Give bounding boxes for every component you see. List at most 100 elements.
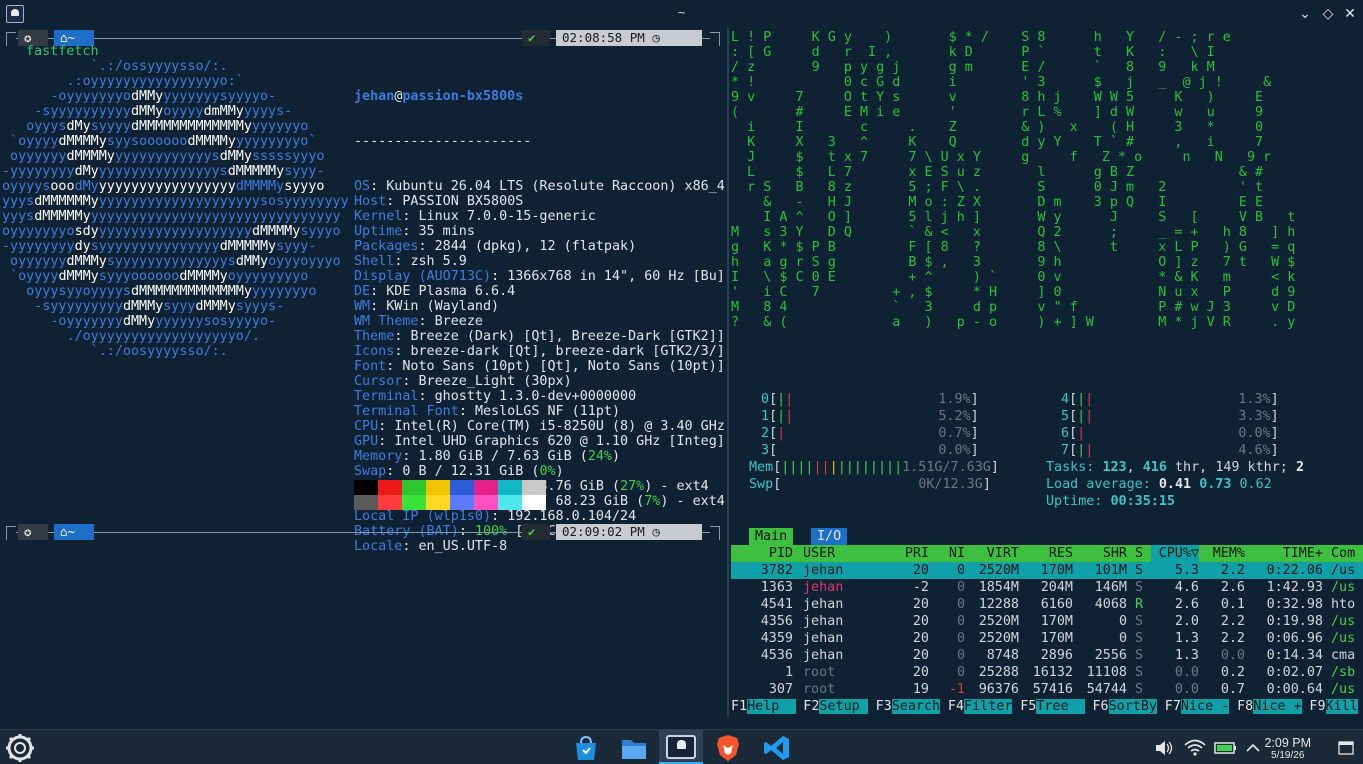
palette-swatch [378,480,402,495]
user-host: jehan@passion-bx5800s [354,89,524,104]
column-header[interactable]: S [1135,545,1147,562]
table-row[interactable]: 4359 jehan 20 0 2520M 170M 0 S 1.3 2.2 0:06.96/us [731,630,1363,647]
cell-ni: 0 [956,648,965,663]
swap-meter: Swp[ 0K/12.3G] [749,477,991,492]
palette-swatch [378,495,402,510]
info-key: Cursor [354,374,403,389]
table-row[interactable]: 1 root 20 0 25288 16132 11108 S 0.0 0.2 0:02.07/sb [731,664,1363,681]
cpu-id: 5 [1061,409,1070,424]
fkey-label: Setup [819,699,868,714]
cell-virt: 25288 [978,665,1019,680]
logo-line: `oyyyydMMMMysyysoooooodMMMMyyyyyyyyyo` [2,134,317,149]
load-stat: Load average: 0.41 0.73 0.62 [1046,477,1272,492]
palette-swatch [522,480,546,495]
info-pct: 27% [620,479,645,494]
fkey-f6[interactable]: F6SortBy [1093,698,1157,715]
show-desktop-icon[interactable] [1335,733,1357,763]
column-header[interactable]: PRI [891,545,929,562]
cpu-pct: 5.2% [938,409,971,424]
column-header[interactable]: USER [803,545,873,562]
battery-icon[interactable] [1213,733,1239,763]
fkey-f8[interactable]: F8Nice + [1237,698,1302,715]
cell-s: S [1135,563,1144,578]
matrix-line: I \ $ C 0 E + ^ ) ` 0 v * & K m < k [731,270,1296,285]
cell-user: root [803,665,836,680]
matrix-line: g K * $ P B F [ 8 ? 8 \ t x L P ) G = q [731,240,1296,255]
table-row[interactable]: 4356 jehan 20 0 2520M 170M 0 S 2.0 2.2 0:19.98/us [731,613,1363,630]
fkey-label: Help [747,699,796,714]
status-ok: ✔ [522,524,550,540]
minimize-icon[interactable]: ⌄ [1295,4,1315,24]
column-header[interactable]: MEM% [1201,545,1245,562]
cell-res: 170M [1040,563,1073,578]
maximize-icon[interactable]: ◇ [1318,4,1338,24]
palette-swatch [474,495,498,510]
application-launcher-icon[interactable] [5,733,35,763]
cell-ni: 0 [956,563,965,578]
fkey-f3[interactable]: F3Search [876,698,941,715]
column-header[interactable]: CPU%▽ [1151,545,1199,562]
cell-res: 16132 [1032,665,1073,680]
cell-time: 0:02.07 [1266,665,1323,680]
window-titlebar[interactable]: ~ ⌄ ◇ ✕ [0,0,1363,28]
volume-icon[interactable] [1154,733,1174,763]
column-header[interactable]: PID [737,545,793,562]
table-row[interactable]: 4541 jehan 20 0 12288 6160 4068 R 2.6 0.1 0:32.98 h… [731,596,1363,613]
cell-s: S [1135,665,1144,680]
close-icon[interactable]: ✕ [1340,4,1360,24]
logo-line: -yyyyyyyydMyyyyyyyyyyyyyyyysdMMMMMysyyy- [2,164,325,179]
cell-pri: 20 [912,597,929,612]
palette-swatch [354,480,378,495]
info-value: Breeze (Dark) [Qt], Breeze-Dark [GTK2]] [410,329,725,344]
prompt-time: 02:09:02 PM ◷ [556,524,702,540]
column-header[interactable]: TIME+ [1251,545,1323,562]
fkey-f7[interactable]: F7Nice - [1165,698,1230,715]
terminal-task-button[interactable] [659,730,703,764]
tray-expand-icon[interactable] [1243,733,1263,763]
column-header[interactable]: NI [931,545,965,562]
cell-res: 2896 [1040,648,1073,663]
cell-pid: 4359 [760,631,793,646]
table-row[interactable]: 4536 jehan 20 0 8748 2896 2556 S 1.3 0.0 0:14.34 cm… [731,647,1363,664]
column-header[interactable]: VIRT [967,545,1019,562]
kubuntu-ascii-logo: `.:/ossyyyysso/:. .:oyyyyyyyyyyyyyyyyo:`… [2,59,349,359]
cell-mem: 0.0 [1220,648,1245,663]
file-manager-icon[interactable] [619,733,649,763]
table-row[interactable]: 3782 jehan 20 0 2520M 170M 101M S 5.3 2.2 0:22.06 /… [731,562,1363,579]
fkey-f4[interactable]: F4Filter [948,698,1013,715]
logo-line: yyysdMMMMMMyyyyyyyyyyyyyyyyyyyyysosyyyyy… [2,194,349,209]
column-header[interactable]: SHR [1075,545,1127,562]
cell-cpu: 4.6 [1174,580,1199,595]
table-row[interactable]: 1363 jehan -2 0 1854M 204M 146M S 4.6 2.6 1:42.93 /… [731,579,1363,596]
info-value: KDE Plasma 6.6.4 [386,284,516,299]
fkey-f9[interactable]: F9Kill [1309,698,1358,715]
process-table-header[interactable]: PID USER PRI NI VIRT RES SHR S CPU%▽ MEM% TIME+ Com [731,545,1363,562]
brave-browser-icon[interactable] [713,733,743,763]
fkey-number: F4 [947,699,965,714]
logo-line: oyyyyyydMMMMyyyyyyyyyyyyysdMMysssssyyyo [2,149,325,164]
fkey-f1[interactable]: F1Help [731,698,796,715]
vscode-icon[interactable] [762,733,792,763]
fkey-f5[interactable]: F5Tree [1020,698,1085,715]
tab-main[interactable]: Main [749,528,794,545]
pane-divider[interactable] [727,28,729,716]
tab-io[interactable]: I/O [811,528,848,545]
table-row[interactable]: 307 root 19 -1 96376 57416 54744 S 0.0 0.7 0:00.64… [731,681,1363,698]
process-table[interactable]: 3782 jehan 20 0 2520M 170M 101M S 5.3 2.2 0:22.06 /… [731,562,1363,698]
store-icon[interactable] [571,733,601,763]
column-header[interactable]: Com [1331,545,1363,562]
clock-time: 2:09 PM [1264,736,1311,750]
info-key: Locale [354,539,403,554]
fkey-f2[interactable]: F2Setup [803,698,868,715]
prompt-dir: ⌂~ [54,524,94,540]
info-row: DE: KDE Plasma 6.6.4 [354,284,516,299]
cell-cpu: 0.0 [1174,682,1199,697]
cell-pri: 20 [912,563,929,578]
taskbar-clock[interactable]: 2:09 PM 5/19/26 [1264,736,1311,761]
cell-s: S [1135,580,1144,595]
cell-cpu: 1.3 [1174,631,1199,646]
wifi-icon[interactable] [1183,733,1207,763]
column-header[interactable]: RES [1021,545,1073,562]
cell-mem: 2.2 [1220,614,1245,629]
info-value: Linux 7.0.0-15-generic [418,209,596,224]
